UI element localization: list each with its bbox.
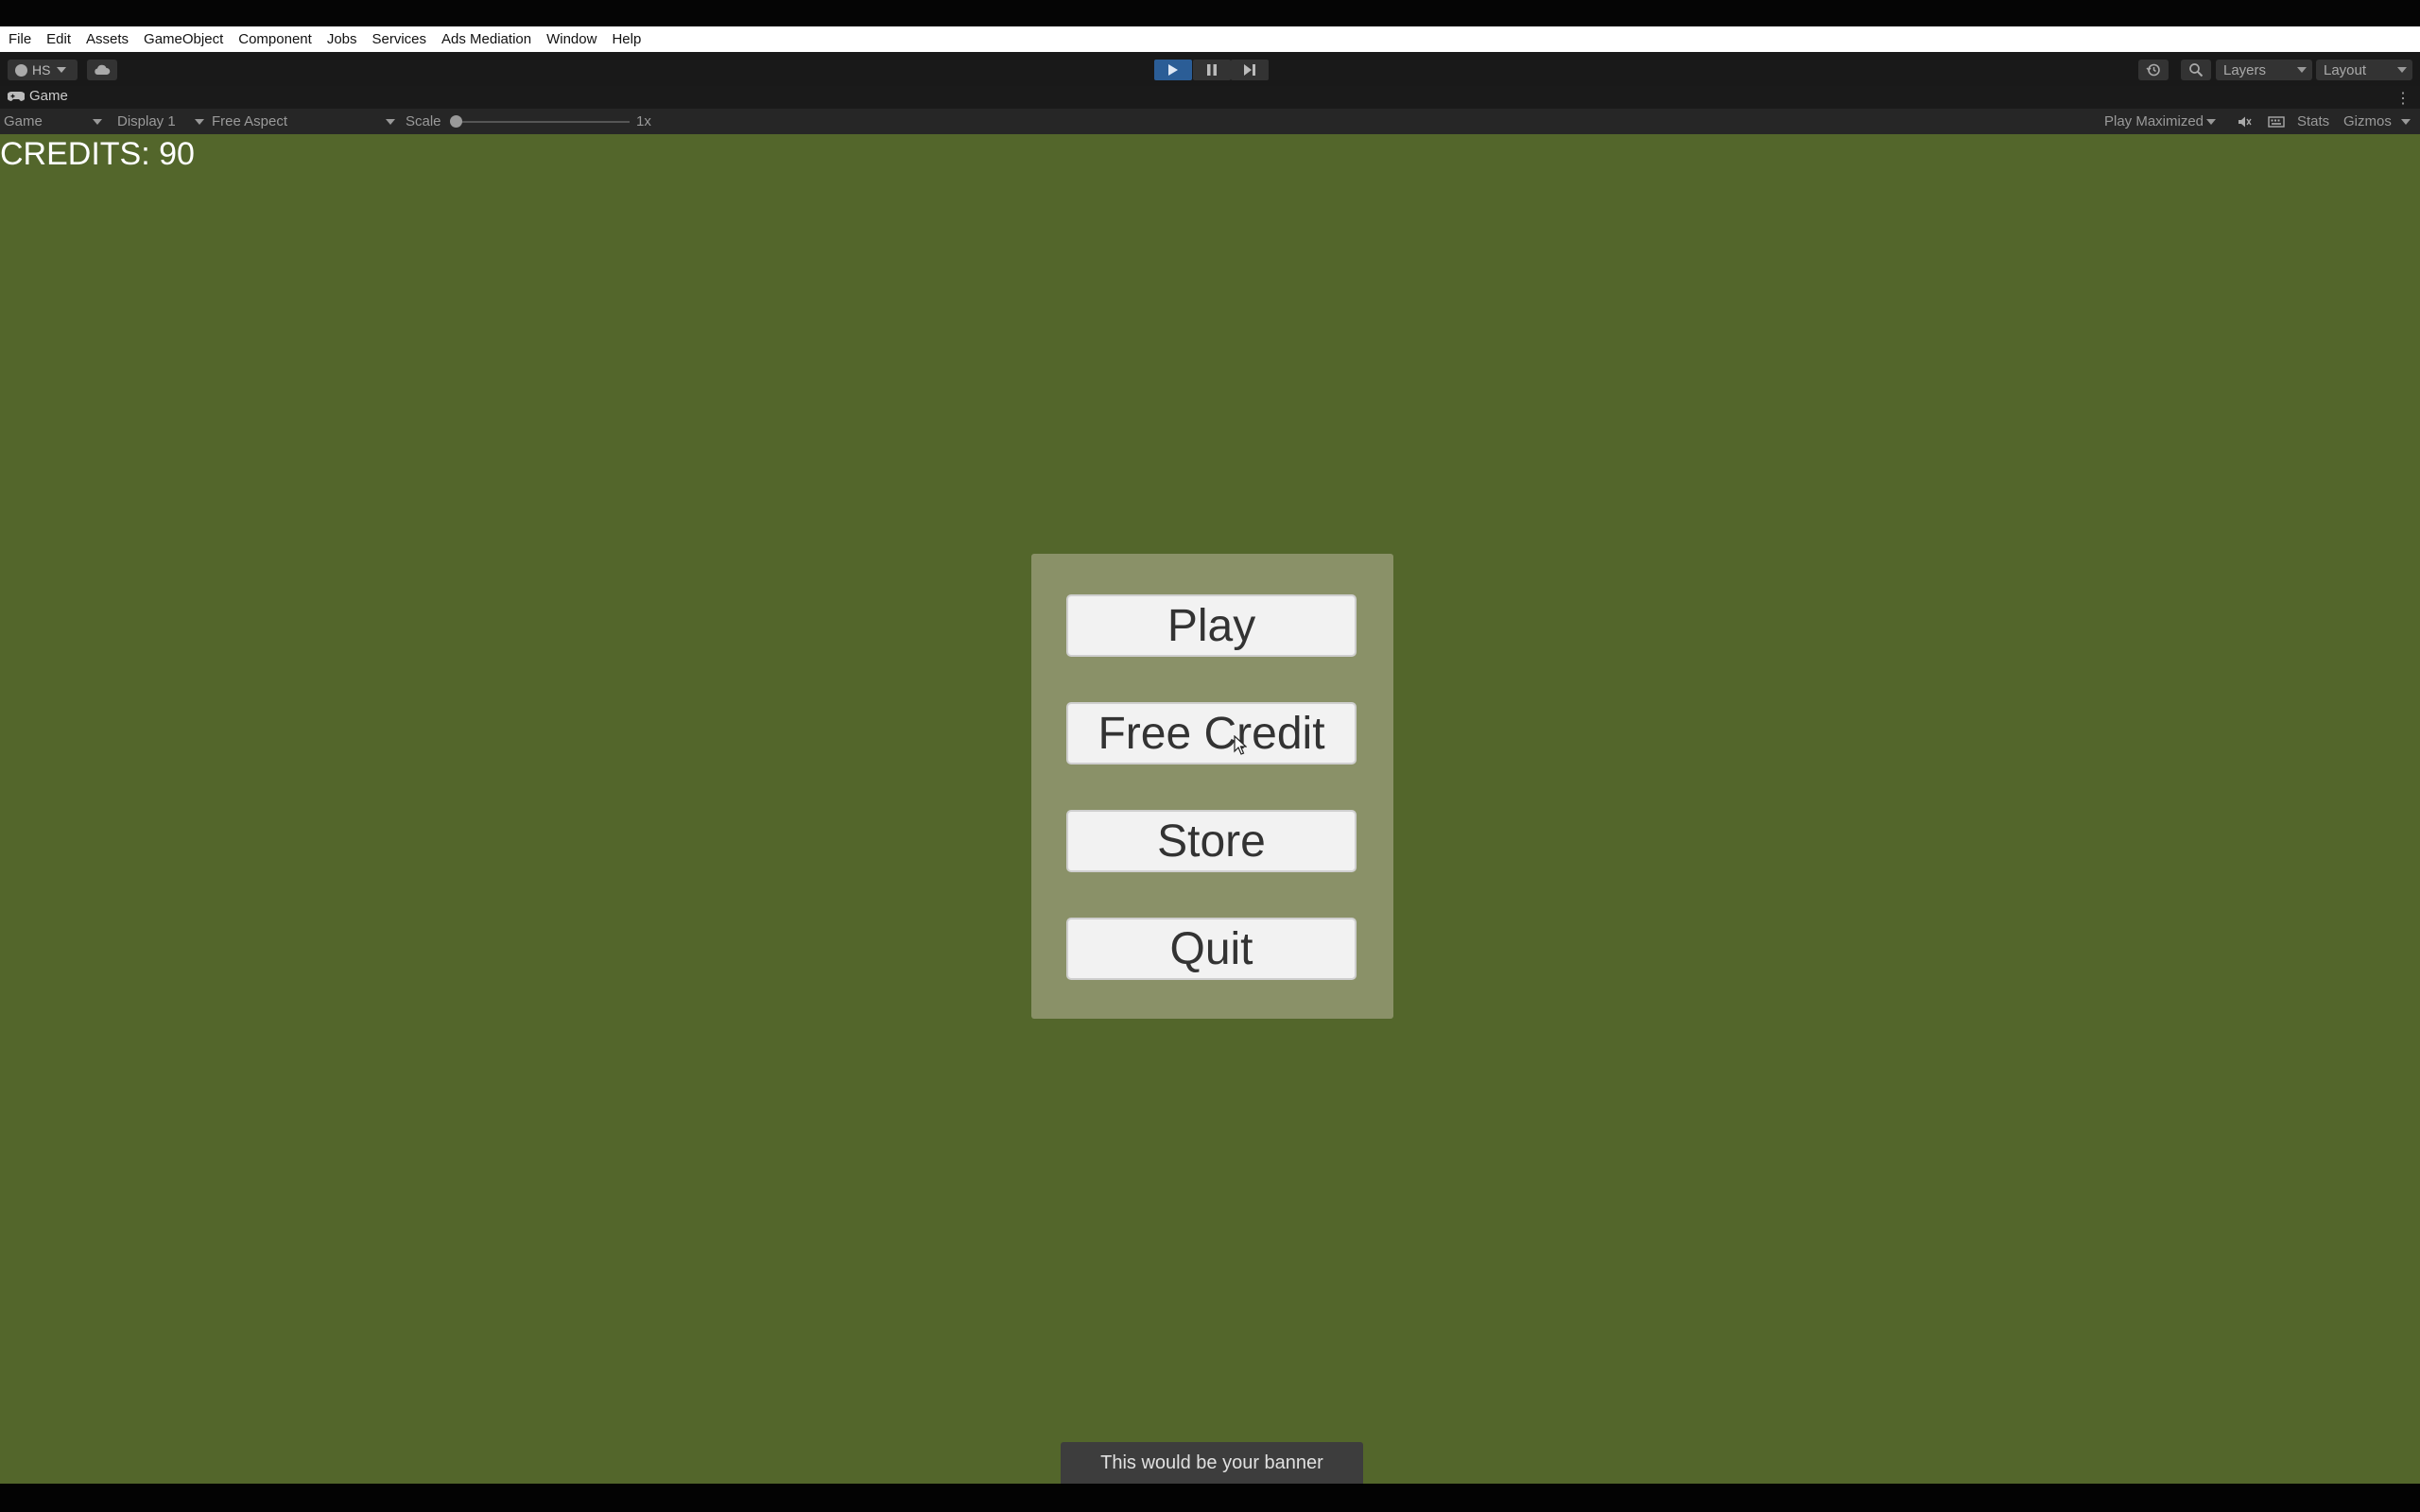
- tab-game[interactable]: Game: [8, 88, 68, 104]
- stats-button[interactable]: Stats: [2297, 112, 2329, 131]
- mute-audio-button[interactable]: [2238, 112, 2253, 131]
- history-icon: [2146, 63, 2160, 77]
- chevron-down-icon: [2206, 118, 2217, 125]
- chevron-down-icon: [2397, 67, 2407, 73]
- tab-game-label: Game: [29, 88, 68, 104]
- aspect-dropdown[interactable]: Free Aspect: [212, 112, 395, 131]
- chevron-down-icon: [195, 118, 204, 125]
- search-icon: [2189, 63, 2204, 77]
- scale-slider-handle[interactable]: [450, 115, 462, 128]
- play-game-button[interactable]: Play: [1066, 594, 1357, 657]
- screen-top-bar: [0, 0, 2420, 26]
- aspect-label: Free Aspect: [212, 113, 288, 129]
- speaker-mute-icon: [2238, 116, 2252, 127]
- scale-value: 1x: [636, 113, 651, 129]
- chevron-down-icon: [2297, 67, 2307, 73]
- gizmos-dropdown[interactable]: Gizmos: [2343, 112, 2417, 131]
- main-toolbar: HS Layers Layout: [0, 52, 2420, 86]
- menu-bar: File Edit Assets GameObject Component Jo…: [0, 26, 2420, 52]
- menu-ads-mediation[interactable]: Ads Mediation: [434, 26, 539, 52]
- cloud-icon: [95, 64, 111, 75]
- account-icon: [15, 63, 27, 77]
- history-button[interactable]: [2138, 60, 2169, 80]
- scale-slider-track[interactable]: [456, 121, 630, 123]
- menu-file[interactable]: File: [0, 26, 39, 52]
- menu-window[interactable]: Window: [539, 26, 604, 52]
- step-icon: [1244, 64, 1255, 76]
- cloud-button[interactable]: [87, 60, 117, 80]
- step-button[interactable]: [1231, 60, 1269, 80]
- gizmos-label: Gizmos: [2343, 113, 2392, 129]
- account-label: HS: [32, 62, 51, 77]
- chevron-down-icon: [93, 118, 102, 125]
- store-button[interactable]: Store: [1066, 810, 1357, 872]
- chevron-down-icon: [2400, 118, 2411, 125]
- account-dropdown[interactable]: HS: [8, 60, 78, 80]
- view-label: Game: [4, 113, 43, 129]
- game-view-bar: Game Display 1 Free Aspect Scale 1x Play…: [0, 109, 2420, 134]
- chevron-down-icon: [386, 118, 395, 125]
- search-button[interactable]: [2181, 60, 2211, 80]
- menu-component[interactable]: Component: [231, 26, 320, 52]
- scale-label: Scale: [406, 113, 441, 129]
- kebab-menu-icon[interactable]: ⋮: [2395, 89, 2411, 108]
- chevron-down-icon: [57, 67, 67, 73]
- play-icon: [1168, 64, 1178, 76]
- menu-services[interactable]: Services: [365, 26, 435, 52]
- menu-help[interactable]: Help: [604, 26, 648, 52]
- display-label: Display 1: [117, 113, 176, 129]
- mouse-cursor-icon: [1234, 735, 1247, 755]
- menu-jobs[interactable]: Jobs: [320, 26, 365, 52]
- credits-counter: CREDITS: 90: [0, 136, 195, 172]
- play-button[interactable]: [1154, 60, 1192, 80]
- display-dropdown[interactable]: Display 1: [117, 112, 204, 131]
- play-mode-dropdown[interactable]: Play Maximized: [2104, 112, 2223, 131]
- gamepad-icon: [8, 91, 25, 101]
- free-credit-button[interactable]: Free Credit: [1066, 702, 1357, 765]
- view-dropdown[interactable]: Game: [4, 112, 102, 131]
- menu-gameobject[interactable]: GameObject: [136, 26, 231, 52]
- ad-banner[interactable]: This would be your banner: [1061, 1442, 1363, 1484]
- pause-button[interactable]: [1193, 60, 1231, 80]
- menu-assets[interactable]: Assets: [78, 26, 136, 52]
- shortcuts-button[interactable]: [2268, 112, 2285, 131]
- main-menu-panel: Play Free Credit Store Quit: [1031, 554, 1393, 1019]
- layout-label: Layout: [2324, 61, 2367, 78]
- game-tab-bar: Game ⋮: [0, 86, 2420, 109]
- screen-bottom-bar: [0, 1484, 2420, 1512]
- pause-icon: [1207, 64, 1217, 76]
- game-viewport[interactable]: CREDITS: 90 Play Free Credit Store Quit …: [0, 134, 2420, 1484]
- keyboard-icon: [2268, 115, 2285, 128]
- layers-label: Layers: [2223, 61, 2267, 78]
- quit-button[interactable]: Quit: [1066, 918, 1357, 980]
- layout-dropdown[interactable]: Layout: [2316, 60, 2412, 80]
- menu-edit[interactable]: Edit: [39, 26, 78, 52]
- layers-dropdown[interactable]: Layers: [2216, 60, 2312, 80]
- play-mode-label: Play Maximized: [2104, 113, 2204, 129]
